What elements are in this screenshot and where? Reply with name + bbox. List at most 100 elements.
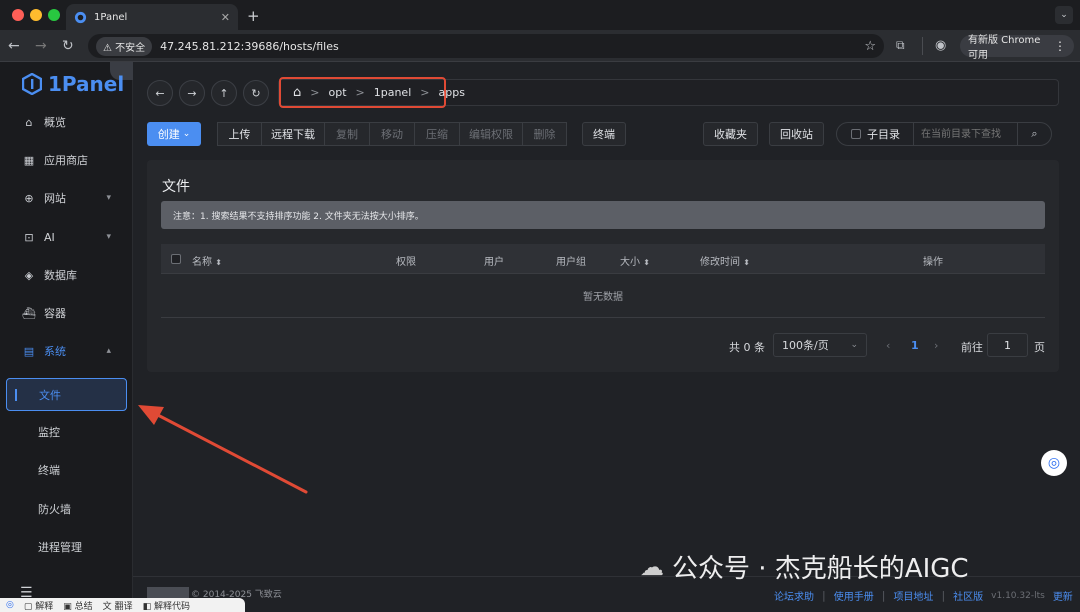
- breadcrumb-separator: >: [420, 86, 430, 99]
- breadcrumb-separator: >: [355, 86, 365, 99]
- sidebar-item-process[interactable]: 进程管理: [0, 529, 133, 565]
- breadcrumb-1panel[interactable]: 1panel: [374, 86, 412, 99]
- chrome-update-button[interactable]: 有新版 Chrome 可用 ⋮: [960, 35, 1074, 61]
- url-text: 47.245.81.212:39686/hosts/files: [160, 39, 339, 53]
- project-link[interactable]: 项目地址: [893, 588, 933, 603]
- sidebar-item-system[interactable]: ▤ 系统 ▴: [0, 333, 133, 369]
- back-icon[interactable]: ←: [8, 38, 20, 54]
- sidebar-item-overview[interactable]: ⌂ 概览: [0, 104, 133, 140]
- address-bar[interactable]: ⚠ 不安全 47.245.81.212:39686/hosts/files ☆: [88, 34, 884, 58]
- insecure-badge[interactable]: ⚠ 不安全: [96, 36, 153, 56]
- bookmark-star-icon[interactable]: ☆: [864, 39, 876, 54]
- page-size-select[interactable]: 100条/页 ⌄: [773, 333, 867, 357]
- explain-code-button[interactable]: ◧ 解释代码: [143, 599, 190, 612]
- sidebar-item-website[interactable]: ⊕ 网站 ▾: [0, 180, 133, 216]
- terminal-button[interactable]: 终端: [582, 122, 626, 146]
- translate-button[interactable]: 文 翻译: [103, 599, 133, 612]
- create-button[interactable]: 创建 ⌄: [147, 122, 201, 146]
- maximize-window-icon[interactable]: [48, 9, 60, 21]
- reload-icon[interactable]: ↻: [62, 38, 74, 54]
- manual-link[interactable]: 使用手册: [834, 588, 874, 603]
- breadcrumb-apps[interactable]: apps: [438, 86, 464, 99]
- arrow-right-icon: →: [187, 86, 197, 100]
- column-name[interactable]: 名称 ⬍: [192, 253, 222, 268]
- summary-button[interactable]: ▣ 总结: [63, 599, 92, 612]
- up-button[interactable]: ↑: [211, 80, 237, 106]
- prev-page-icon[interactable]: ‹: [886, 339, 890, 352]
- select-all-checkbox[interactable]: [171, 254, 181, 264]
- browser-tab[interactable]: 1Panel ✕: [66, 4, 238, 30]
- column-actions: 操作: [923, 257, 943, 268]
- sidebar-item-terminal[interactable]: 终端: [0, 452, 133, 488]
- column-size[interactable]: 大小 ⬍: [620, 253, 650, 268]
- subdir-checkbox[interactable]: 子目录: [837, 123, 914, 145]
- sort-icon: ⬍: [743, 258, 750, 267]
- sidebar-item-app-store[interactable]: ▦ 应用商店: [0, 142, 133, 178]
- forward-button[interactable]: →: [179, 80, 205, 106]
- search-icon[interactable]: ⌕: [1018, 127, 1051, 141]
- search-input[interactable]: [914, 123, 1018, 145]
- move-button[interactable]: 移动: [369, 122, 415, 146]
- globe-icon: ⊕: [24, 191, 34, 205]
- close-window-icon[interactable]: [12, 9, 24, 21]
- column-permission: 权限: [396, 257, 416, 268]
- delete-button[interactable]: 删除: [522, 122, 567, 146]
- minimize-window-icon[interactable]: [30, 9, 42, 21]
- app-icon: ◎: [6, 600, 14, 610]
- goto-page-input[interactable]: 1: [987, 333, 1028, 357]
- profile-icon[interactable]: ◉: [935, 38, 946, 53]
- forward-icon[interactable]: →: [35, 38, 47, 54]
- table-header: 名称 ⬍ 权限 用户 用户组 大小 ⬍ 修改时间 ⬍ 操作: [161, 244, 1045, 274]
- column-user: 用户: [484, 257, 504, 268]
- translate-icon: 文: [102, 601, 112, 612]
- sidebar-item-container[interactable]: ⛴ 容器: [0, 295, 133, 331]
- tab-close-icon[interactable]: ✕: [221, 11, 230, 24]
- current-page[interactable]: 1: [911, 339, 919, 352]
- home-icon: ⌂: [25, 115, 33, 129]
- column-modified[interactable]: 修改时间 ⬍: [700, 253, 750, 268]
- toolbar-divider: [922, 37, 923, 55]
- search-group: 子目录 ⌕: [836, 122, 1052, 146]
- notice-banner: 注意：1. 搜索结果不支持排序功能 2. 文件夹无法按大小排序。: [161, 201, 1045, 229]
- arrow-left-icon: ←: [155, 86, 165, 100]
- favorites-button[interactable]: 收藏夹: [703, 122, 758, 146]
- upload-button[interactable]: 上传: [217, 122, 262, 146]
- copy-button[interactable]: 复制: [324, 122, 370, 146]
- new-tab-button[interactable]: +: [247, 7, 260, 25]
- 1panel-favicon-icon: [74, 11, 87, 23]
- translation-toolbar: ◎ ▢ 解释 ▣ 总结 文 翻译 ◧ 解释代码: [0, 598, 245, 612]
- layers-icon: ◈: [24, 268, 34, 282]
- breadcrumb: ⌂ > opt > 1panel > apps: [279, 77, 465, 108]
- sidebar-item-ai[interactable]: ⊡ AI ▾: [0, 219, 133, 255]
- community-link[interactable]: 社区版: [953, 588, 983, 603]
- back-button[interactable]: ←: [147, 80, 173, 106]
- tab-search-chevron-icon[interactable]: ⌄: [1055, 6, 1073, 24]
- update-link[interactable]: 更新: [1053, 588, 1073, 603]
- compress-button[interactable]: 压缩: [414, 122, 460, 146]
- refresh-button[interactable]: ↻: [243, 80, 269, 106]
- recycle-bin-button[interactable]: 回收站: [769, 122, 824, 146]
- edit-permission-button[interactable]: 编辑权限: [459, 122, 523, 146]
- sidebar-item-monitor[interactable]: 监控: [0, 414, 133, 450]
- docker-icon: ⛴: [22, 306, 36, 320]
- extensions-icon[interactable]: ⧉: [896, 38, 905, 53]
- column-group: 用户组: [556, 257, 586, 268]
- menu-dots-icon: ⋮: [1054, 39, 1066, 53]
- assistant-float-button[interactable]: ◎: [1041, 450, 1067, 476]
- sidebar-item-files[interactable]: 文件: [6, 378, 127, 411]
- chevron-down-icon: ▾: [106, 232, 111, 242]
- chevron-up-icon: ▴: [106, 346, 111, 356]
- page-suffix: 页: [1034, 341, 1045, 354]
- sidebar-item-database[interactable]: ◈ 数据库: [0, 257, 133, 293]
- next-page-icon[interactable]: ›: [934, 339, 938, 352]
- goto-label: 前往: [961, 341, 983, 354]
- breadcrumb-opt[interactable]: opt: [328, 86, 346, 99]
- explain-button[interactable]: ▢ 解释: [24, 599, 53, 612]
- remote-download-button[interactable]: 远程下载: [261, 122, 325, 146]
- code-icon: ◧: [142, 601, 152, 612]
- forum-link[interactable]: 论坛求助: [774, 588, 814, 603]
- sidebar-item-firewall[interactable]: 防火墙: [0, 491, 133, 527]
- checkbox[interactable]: [851, 129, 861, 139]
- app-logo[interactable]: 1Panel: [22, 72, 124, 96]
- home-icon[interactable]: ⌂: [293, 85, 301, 100]
